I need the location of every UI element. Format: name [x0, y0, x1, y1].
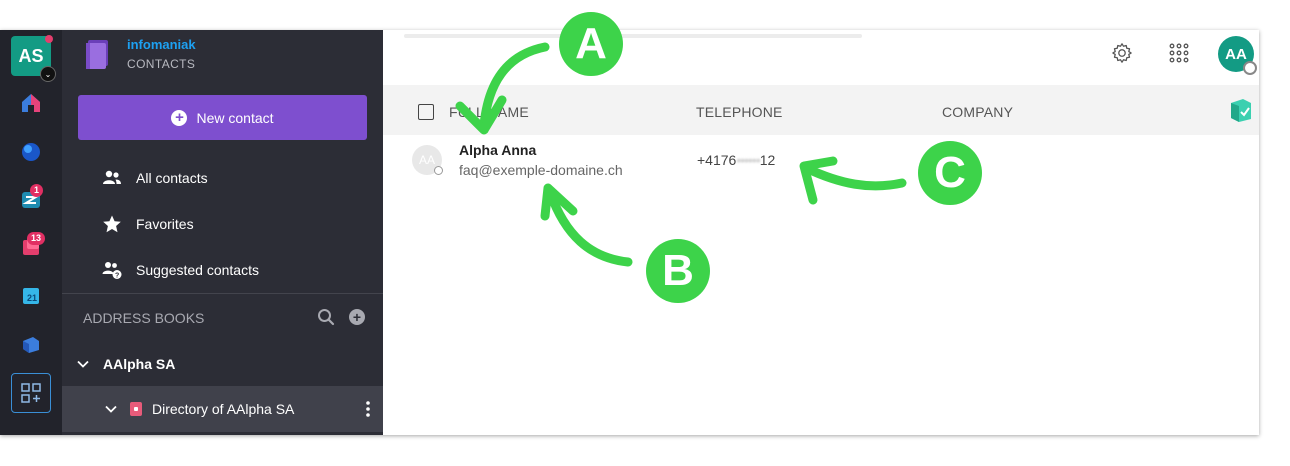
phone-prefix: +4176: [697, 152, 737, 168]
search-icon[interactable]: [317, 308, 335, 326]
sidebar-item-label: Suggested contacts: [136, 262, 259, 278]
phone-suffix: 12: [759, 152, 776, 168]
apps-grid-icon[interactable]: [1169, 43, 1189, 63]
chevron-down-icon: [105, 405, 117, 413]
chevron-down-icon: [77, 360, 89, 368]
phone-redacted: ••••••: [736, 152, 760, 168]
contact-status-dot: [434, 166, 443, 175]
new-contact-button[interactable]: + New contact: [78, 95, 367, 140]
brand-subtitle: CONTACTS: [127, 57, 196, 71]
mail-sphere-icon[interactable]: [19, 140, 43, 164]
contact-email[interactable]: faq@exemple-domaine.ch: [459, 162, 623, 178]
column-telephone[interactable]: TELEPHONE: [696, 104, 783, 120]
kchat-badge: 1: [30, 184, 44, 197]
apps-plus-icon: [21, 383, 41, 403]
check-box-icon[interactable]: [1229, 97, 1253, 123]
column-full-name[interactable]: FULL NAME: [449, 104, 529, 120]
sidebar-item-label: All contacts: [136, 170, 208, 186]
top-scrollbar[interactable]: [404, 34, 862, 38]
sidebar-item-label: Favorites: [136, 216, 194, 232]
table-header: FULL NAME TELEPHONE COMPANY: [383, 85, 1259, 135]
add-app-button[interactable]: [11, 373, 51, 413]
sidebar-item-all-contacts[interactable]: All contacts: [102, 166, 208, 190]
directory-item[interactable]: Directory of AAlpha SA: [62, 386, 383, 432]
people-icon: [102, 168, 122, 188]
column-company[interactable]: COMPANY: [942, 104, 1013, 120]
plus-circle-icon: +: [171, 109, 188, 126]
suggested-people-icon: ?: [102, 260, 122, 280]
directory-label: Directory of AAlpha SA: [152, 401, 295, 417]
contacts-logo-icon: [86, 40, 108, 69]
notification-dot: [45, 35, 53, 43]
app-rail: AS ⌄ 1 13 21: [0, 30, 62, 435]
sidebar: infomaniak CONTACTS + New contact All co…: [62, 30, 383, 435]
address-book-group[interactable]: AAlpha SA: [76, 352, 175, 376]
new-contact-label: New contact: [196, 109, 274, 126]
home-icon[interactable]: [19, 91, 43, 115]
address-books-heading: ADDRESS BOOKS: [83, 310, 205, 326]
address-book-icon: [130, 402, 142, 416]
sidebar-item-suggested-contacts[interactable]: ? Suggested contacts: [102, 258, 259, 282]
table-row[interactable]: AA Alpha Anna faq@exemple-domaine.ch +41…: [383, 135, 1259, 187]
group-label: AAlpha SA: [103, 356, 176, 372]
contact-phone[interactable]: +4176••••••12: [697, 152, 775, 168]
svg-text:?: ?: [115, 273, 119, 280]
sidebar-item-favorites[interactable]: Favorites: [102, 212, 194, 236]
account-chevron-icon[interactable]: ⌄: [40, 66, 56, 82]
calendar-icon[interactable]: 21: [19, 284, 43, 308]
presence-status: [1243, 61, 1257, 75]
svg-text:21: 21: [27, 293, 37, 303]
gear-icon[interactable]: [1111, 42, 1133, 64]
brand-name: infomaniak: [127, 37, 196, 52]
sidebar-divider: [62, 293, 383, 294]
more-options-icon[interactable]: [366, 401, 370, 417]
drive-badge: 13: [27, 232, 46, 245]
add-address-book-icon[interactable]: +: [349, 309, 365, 325]
main-content: AA FULL NAME TELEPHONE COMPANY AA Alpha …: [383, 30, 1259, 435]
app-window: AS ⌄ 1 13 21 infomaniak CONTACTS + New c…: [0, 30, 1259, 435]
kdrive-icon[interactable]: [19, 332, 43, 356]
star-icon: [102, 214, 122, 234]
contact-name[interactable]: Alpha Anna: [459, 142, 536, 158]
select-all-checkbox[interactable]: [418, 104, 434, 120]
